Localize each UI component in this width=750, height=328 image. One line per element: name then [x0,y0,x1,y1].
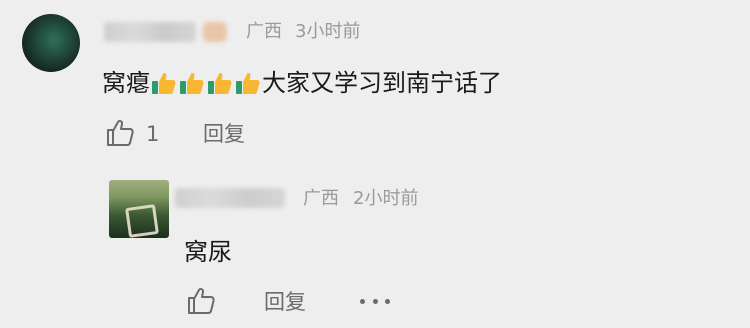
thumbs-up-emoji-icon [179,70,205,96]
thumbs-up-emoji-icon [235,70,261,96]
commenter-avatar[interactable] [22,14,80,72]
comment-text: 窝瘪 大家又学习到南宁话了 [102,67,502,99]
comment-text-after: 大家又学习到南宁话了 [262,69,502,97]
like-count: 1 [146,122,160,146]
avatar-glyph [125,204,159,238]
more-dots-icon[interactable] [360,297,390,305]
replier-name-blurred[interactable] [175,188,285,208]
comment-time: 3小时前 [295,21,361,42]
reply-button[interactable]: 回复 [264,289,306,315]
reply-text: 窝尿 [184,238,232,266]
comment-text-before: 窝瘪 [102,69,150,97]
commenter-name-emoji-blurred [203,22,227,42]
dot [385,298,390,304]
commenter-name-blurred[interactable] [104,22,196,42]
reply-region: 广西 [303,188,339,209]
thumb-up-outline-icon[interactable] [105,118,135,148]
thumbs-up-emoji-icon [151,70,177,96]
thumbs-up-emoji-icon [207,70,233,96]
replier-avatar[interactable] [109,180,169,238]
thumb-up-outline-icon[interactable] [186,286,216,316]
dot [360,298,365,304]
comment-region: 广西 [246,21,282,42]
reply-button[interactable]: 回复 [203,121,245,147]
reply-time: 2小时前 [353,188,419,209]
dot [372,298,378,304]
